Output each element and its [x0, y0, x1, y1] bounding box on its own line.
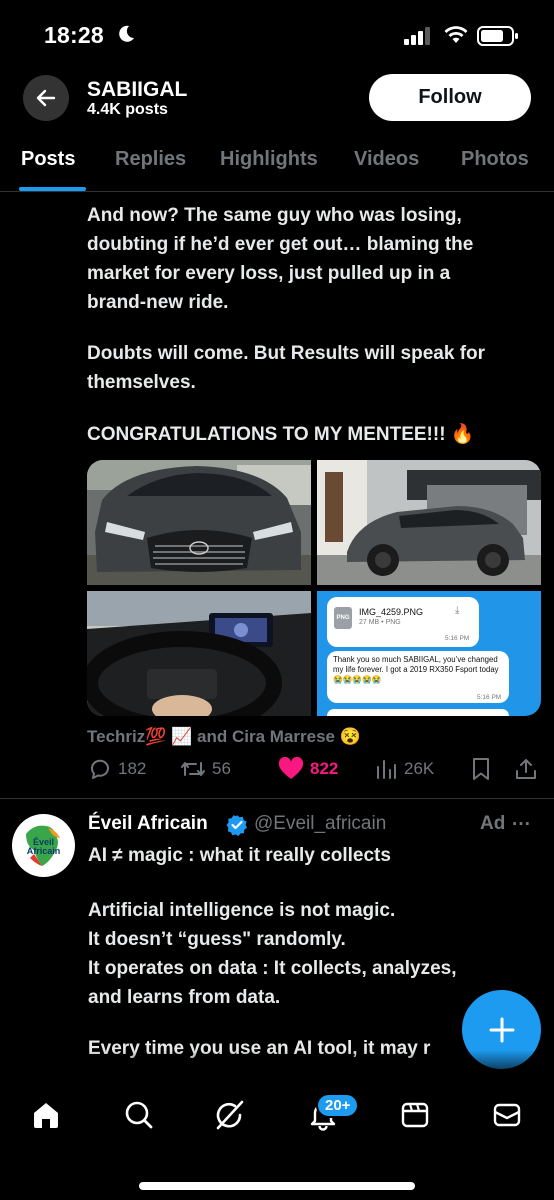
more-options-icon[interactable]: ··· [512, 814, 531, 836]
home-icon [34, 1103, 58, 1128]
status-time: 18:28 [44, 22, 104, 48]
bookmark-button[interactable] [470, 757, 492, 781]
repost-count: 56 [212, 759, 231, 778]
verified-badge-icon [226, 815, 247, 836]
png-file-icon: PNG [334, 607, 352, 629]
reply-button[interactable]: 182 [88, 757, 146, 781]
repost-icon [181, 762, 205, 776]
home-indicator [139, 1182, 415, 1190]
views-button[interactable]: 26K [374, 757, 434, 781]
ad-text-line: AI ≠ magic : what it really collects [88, 845, 391, 866]
tab-posts[interactable]: Posts [21, 148, 75, 171]
nav-home[interactable] [29, 1098, 63, 1132]
like-button[interactable]: 822 [278, 757, 338, 781]
media-photo-car-side[interactable] [317, 460, 541, 585]
bottom-fade [0, 1050, 554, 1080]
arrow-left-icon [36, 89, 56, 107]
reply-icon [91, 759, 109, 779]
tweet-text-line: market for every loss, just pulled up in… [87, 263, 451, 284]
tweet-divider [0, 798, 554, 799]
profile-posts-count: 4.4K posts [87, 101, 168, 118]
grok-icon [216, 1100, 244, 1130]
share-icon [516, 759, 536, 779]
back-button[interactable] [23, 75, 69, 121]
wifi-icon [444, 26, 468, 43]
communities-icon [401, 1102, 429, 1128]
battery-icon [477, 26, 518, 46]
chat-message-text: Thank you so much SABIIGAL, you’ve chang… [333, 655, 499, 684]
messages-icon [493, 1103, 521, 1127]
signal-icon [404, 27, 430, 45]
ad-text-line: It doesn’t “guess" randomly. [88, 929, 346, 950]
tab-replies[interactable]: Replies [115, 148, 186, 171]
tab-videos[interactable]: Videos [354, 148, 419, 171]
media-photo-dashboard[interactable] [87, 591, 311, 716]
tweet-text-line: And now? The same guy who was losing, [87, 205, 462, 226]
ad-text-line: Artificial intelligence is not magic. [88, 900, 396, 921]
chat-message-bubble: Thank you so much SABIIGAL, you’ve chang… [327, 651, 509, 703]
plus-icon [489, 1017, 514, 1042]
chat-time: 5:16 PM [477, 694, 502, 701]
nav-communities[interactable] [398, 1098, 432, 1132]
reply-count: 182 [118, 759, 147, 778]
repost-button[interactable]: 56 [180, 757, 231, 781]
profile-name: SABIIGAL [87, 78, 188, 101]
tab-photos[interactable]: Photos [461, 148, 529, 171]
chat-message-bubble [327, 709, 509, 716]
share-button[interactable] [514, 757, 538, 781]
media-chat-screenshot[interactable]: PNG IMG_4259.PNG 27 MB • PNG ⤓ 5:16 PM T… [317, 591, 541, 716]
ad-text-line: It operates on data : It collects, analy… [88, 958, 457, 979]
tweet-text-line: CONGRATULATIONS TO MY MENTEE!!! 🔥 [87, 424, 475, 445]
notifications-badge: 20+ [316, 1093, 360, 1118]
ad-author-handle[interactable]: @Eveil_africain [254, 813, 386, 835]
chat-time: 5:16 PM [445, 635, 470, 642]
nav-search[interactable] [122, 1098, 156, 1132]
moon-icon [119, 25, 134, 42]
media-photo-car-front[interactable] [87, 460, 311, 585]
views-count: 26K [404, 759, 435, 778]
tweet-media-grid[interactable]: PNG IMG_4259.PNG 27 MB • PNG ⤓ 5:16 PM T… [87, 460, 541, 716]
nav-grok[interactable] [213, 1098, 247, 1132]
tweet-text-line: Doubts will come. But Results will speak… [87, 343, 486, 364]
social-context[interactable]: Techriz💯 📈 and Cira Marrese 😵 [87, 727, 361, 747]
views-icon [377, 760, 396, 779]
like-count: 822 [310, 759, 339, 778]
tab-highlights[interactable]: Highlights [220, 148, 318, 171]
tweet-text-line: brand-new ride. [87, 292, 229, 313]
tweet-text-line: doubting if he’d ever get out… blaming t… [87, 234, 474, 255]
heart-filled-icon [278, 757, 304, 779]
ad-avatar[interactable]: Éveil Africain [12, 814, 75, 877]
profile-tabs: Posts Replies Highlights Videos Photos [0, 130, 554, 192]
nav-messages[interactable] [490, 1098, 524, 1132]
tab-active-indicator [19, 187, 86, 191]
follow-button[interactable]: Follow [369, 74, 531, 121]
ad-avatar-logo-text: Éveil Africain [26, 837, 61, 856]
bookmark-icon [473, 758, 489, 780]
chat-file-bubble: PNG IMG_4259.PNG 27 MB • PNG ⤓ 5:16 PM [327, 597, 479, 647]
status-bar: 18:28 [0, 0, 554, 70]
search-icon [125, 1101, 153, 1129]
chat-file-meta: 27 MB • PNG [359, 619, 401, 626]
tweet-text-line: themselves. [87, 372, 196, 393]
chat-file-name: IMG_4259.PNG [359, 607, 424, 617]
ad-label: Ad [480, 813, 506, 834]
download-icon: ⤓ [455, 605, 460, 616]
ad-author-name[interactable]: Éveil Africain [88, 813, 208, 835]
